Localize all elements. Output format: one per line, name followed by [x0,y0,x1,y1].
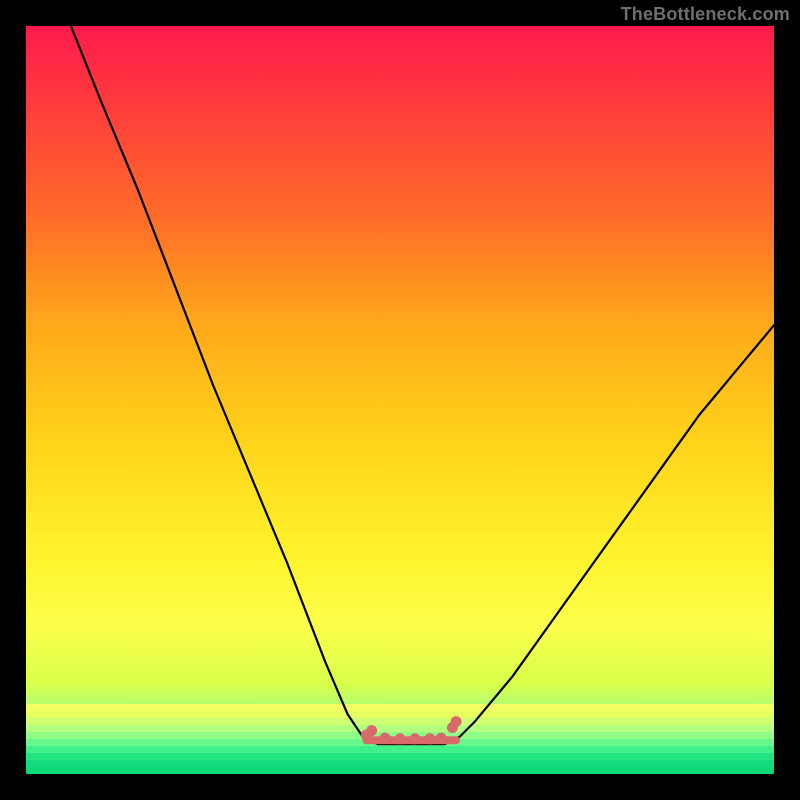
optimal-range-marker [361,716,462,744]
watermark-text: TheBottleneck.com [621,4,790,25]
bottleneck-curve [71,26,774,744]
curve-layer [26,26,774,774]
plot-area [26,26,774,774]
chart-stage: TheBottleneck.com [0,0,800,800]
